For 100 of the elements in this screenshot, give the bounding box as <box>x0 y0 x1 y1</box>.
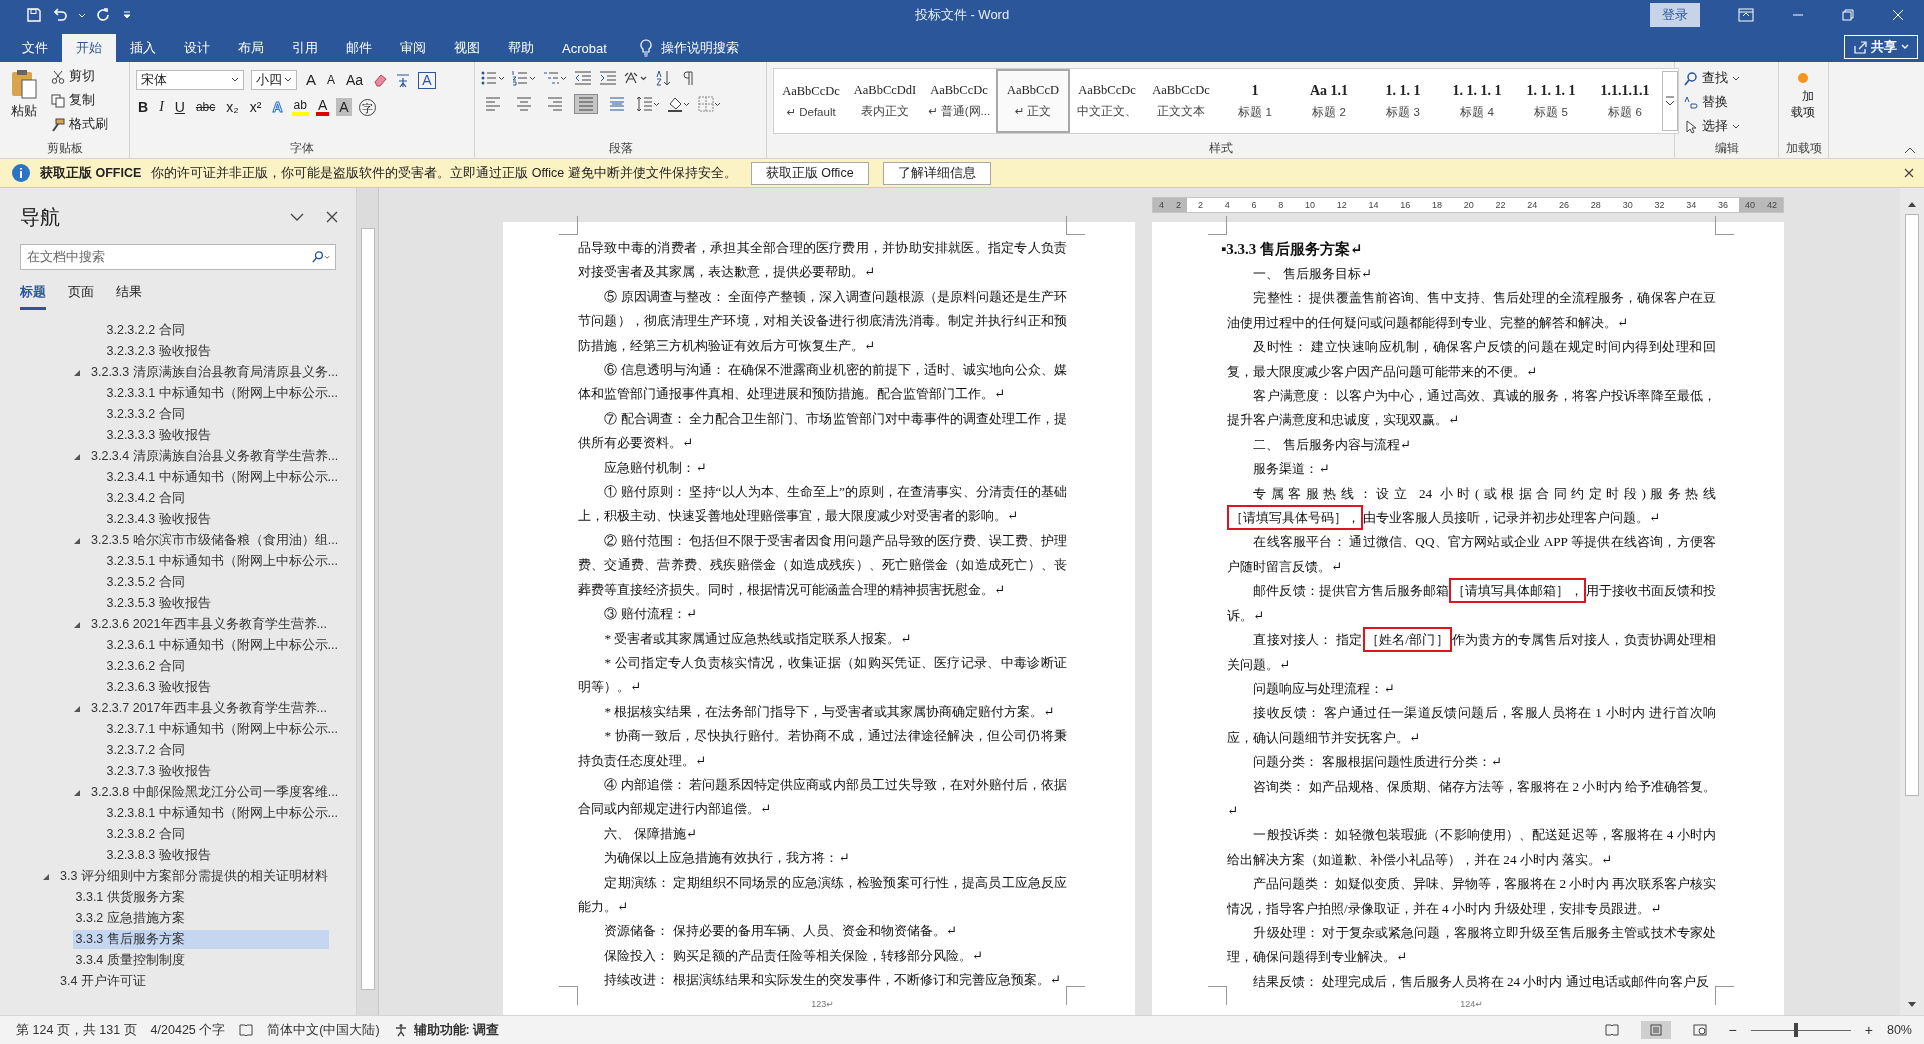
heading-item[interactable]: 3.2.3.7.3 验收报告 <box>103 762 214 781</box>
heading-item[interactable]: 3.2.3.8.3 验收报告 <box>103 846 214 865</box>
style-item[interactable]: AaBbCcDdI 表内正文 <box>848 69 922 133</box>
style-item[interactable]: 1. 1. 1. 1 标题 5 <box>1514 69 1588 133</box>
sort-icon[interactable] <box>655 70 673 86</box>
language-status[interactable]: 简体中文(中国大陆) <box>267 1021 380 1039</box>
heading-item[interactable]: 3.3.3 售后服务方案 <box>72 930 329 949</box>
heading-item[interactable]: 3.2.3.2.3 验收报告 <box>103 342 214 361</box>
heading-item[interactable]: 3.2.3.4.1 中标通知书（附网上中标公示... <box>103 468 342 487</box>
expanded-triangle-icon[interactable] <box>73 452 81 461</box>
warning-action-button[interactable]: 获取正版 Office <box>750 161 869 185</box>
scroll-down-icon[interactable] <box>1907 1001 1917 1009</box>
heading-item[interactable]: 3.2.3.6.2 合同 <box>103 657 188 676</box>
ribbon-tab[interactable]: Acrobat <box>548 34 621 62</box>
zoom-out-button[interactable]: − <box>1728 1022 1737 1038</box>
heading-item[interactable]: 3.2.3.4.2 合同 <box>103 489 188 508</box>
scroll-up-icon[interactable] <box>1907 200 1917 208</box>
change-case-button[interactable]: Aa <box>344 71 366 89</box>
heading-item[interactable]: 3.2.3.3.1 中标通知书（附网上中标公示... <box>103 384 342 403</box>
style-item[interactable]: 1. 1. 1 标题 3 <box>1366 69 1440 133</box>
ribbon-display-icon[interactable] <box>1738 8 1754 22</box>
heading-item[interactable]: 3.2.3.8.1 中标通知书（附网上中标公示... <box>103 804 342 823</box>
style-item[interactable]: 1 标题 1 <box>1218 69 1292 133</box>
heading-item[interactable]: 3.2.3.2.2 合同 <box>103 321 188 340</box>
style-item[interactable]: AaBbCcDc ↵ Default <box>774 69 848 133</box>
pilcrow-icon[interactable] <box>680 70 694 86</box>
tell-me-search[interactable]: 操作说明搜索 <box>660 39 739 57</box>
zoom-in-button[interactable]: + <box>1864 1022 1873 1038</box>
heading-item[interactable]: 3.2.3.5.2 合同 <box>103 573 188 592</box>
underline-button[interactable]: U <box>172 98 187 116</box>
chevron-down-icon[interactable] <box>290 212 304 222</box>
heading-item[interactable]: 3.2.3.7.2 合同 <box>103 741 188 760</box>
phonetic-guide-icon[interactable] <box>395 72 412 88</box>
heading-item[interactable]: 3.2.3.7.1 中标通知书（附网上中标公示... <box>103 720 342 739</box>
copy-button[interactable]: 复制 <box>48 90 111 111</box>
character-border-button[interactable]: A <box>418 71 436 89</box>
grow-font-button[interactable]: A <box>304 71 318 89</box>
word-count[interactable]: 4/20425 个字 <box>150 1021 226 1039</box>
expanded-triangle-icon[interactable] <box>73 368 81 377</box>
asian-layout-icon[interactable] <box>624 70 648 86</box>
replace-button[interactable]: 替换 <box>1681 92 1772 113</box>
paste-button[interactable]: 粘贴 <box>6 66 42 138</box>
view-mode-icon[interactable] <box>1640 1021 1671 1039</box>
navigation-tab[interactable]: 结果 <box>116 284 142 310</box>
style-item[interactable]: AaBbCcDc 正文文本 <box>1144 69 1218 133</box>
heading-item[interactable]: 3.3.4 质量控制制度 <box>72 951 188 970</box>
zoom-slider-thumb[interactable] <box>1793 1023 1798 1037</box>
font-size-field[interactable]: 小四 <box>251 70 297 90</box>
font-color-button[interactable]: A <box>315 98 330 116</box>
accessibility-status[interactable]: 辅助功能: 调查 <box>413 1021 500 1039</box>
heading-item[interactable]: 3.2.3.5.1 中标通知书（附网上中标公示... <box>103 552 342 571</box>
ribbon-tab[interactable]: 设计 <box>170 34 224 62</box>
style-item[interactable]: 1. 1. 1. 1 标题 4 <box>1440 69 1514 133</box>
eraser-icon[interactable] <box>372 72 389 88</box>
highlight-button[interactable]: ab <box>291 98 309 116</box>
heading-item[interactable]: 3.4 开户许可证 <box>57 972 149 991</box>
bold-button[interactable]: B <box>136 98 151 116</box>
add-ins-button[interactable]: 加载项 <box>1789 66 1818 138</box>
superscript-button[interactable]: x² <box>247 98 264 116</box>
close-icon[interactable] <box>326 211 338 223</box>
character-shading-button[interactable]: A <box>336 98 352 116</box>
expanded-triangle-icon[interactable] <box>73 788 81 797</box>
heading-item[interactable]: 3.2.3.8.2 合同 <box>103 825 188 844</box>
ribbon-tab[interactable]: 视图 <box>440 34 494 62</box>
accessibility-icon[interactable] <box>393 1023 408 1037</box>
warning-action-button[interactable]: 了解详细信息 <box>882 161 991 185</box>
heading-item[interactable]: 3.2.3.3.3 验收报告 <box>103 426 214 445</box>
scrollbar[interactable] <box>1900 188 1924 1015</box>
expanded-triangle-icon[interactable] <box>73 536 81 545</box>
italic-button[interactable]: I <box>157 98 166 116</box>
zoom-level[interactable]: 80% <box>1886 1023 1912 1037</box>
heading-item[interactable]: 3.3.2 应急措施方案 <box>72 909 188 928</box>
heading-item[interactable]: 3.2.3.8 中邮保险黑龙江分公司一季度客维... <box>88 783 342 802</box>
ribbon-tab[interactable]: 布局 <box>224 34 278 62</box>
cut-button[interactable]: 剪切 <box>48 66 111 87</box>
ribbon-tab[interactable]: 文件 <box>8 34 62 62</box>
heading-item[interactable]: 3.2.3.4.3 验收报告 <box>103 510 214 529</box>
proofing-book-icon[interactable] <box>239 1023 254 1037</box>
navigation-tab[interactable]: 标题 <box>20 284 46 310</box>
line-spacing-icon[interactable] <box>636 96 660 112</box>
paint-bucket-icon[interactable] <box>667 96 691 112</box>
expanded-triangle-icon[interactable] <box>42 872 50 881</box>
style-item[interactable]: AaBbCcDc ↵ 普通(网... <box>922 69 996 133</box>
heading-item[interactable]: 3.3 评分细则中方案部分需提供的相关证明材料 <box>57 867 331 886</box>
page-count[interactable]: 第 124 页，共 131 页 <box>16 1021 137 1039</box>
heading-item[interactable]: 3.2.3.3.2 合同 <box>103 405 188 424</box>
redo-icon[interactable] <box>96 7 112 23</box>
ribbon-tab[interactable]: 开始 <box>62 34 116 62</box>
find-button[interactable]: 查找 <box>1681 68 1772 89</box>
style-item[interactable]: AaBbCcD ↵ 正文 <box>996 69 1070 133</box>
heading-item[interactable]: 3.2.3.6.3 验收报告 <box>103 678 214 697</box>
numbering-icon[interactable] <box>512 70 536 86</box>
strikethrough-button[interactable]: abc <box>193 98 218 116</box>
sign-in-button[interactable]: 登录 <box>1650 3 1700 27</box>
heading-item[interactable]: 3.2.3.7 2017年西丰县义务教育学生营养... <box>88 699 330 718</box>
heading-item[interactable]: 3.2.3.6.1 中标通知书（附网上中标公示... <box>103 636 342 655</box>
shrink-font-button[interactable]: A <box>325 71 338 89</box>
ribbon-tab[interactable]: 邮件 <box>332 34 386 62</box>
heading-item[interactable]: 3.2.3.5 哈尔滨市市级储备粮（食用油）组... <box>88 531 342 550</box>
heading-item[interactable]: 3.2.3.4 清原满族自治县义务教育学生营养... <box>88 447 342 466</box>
